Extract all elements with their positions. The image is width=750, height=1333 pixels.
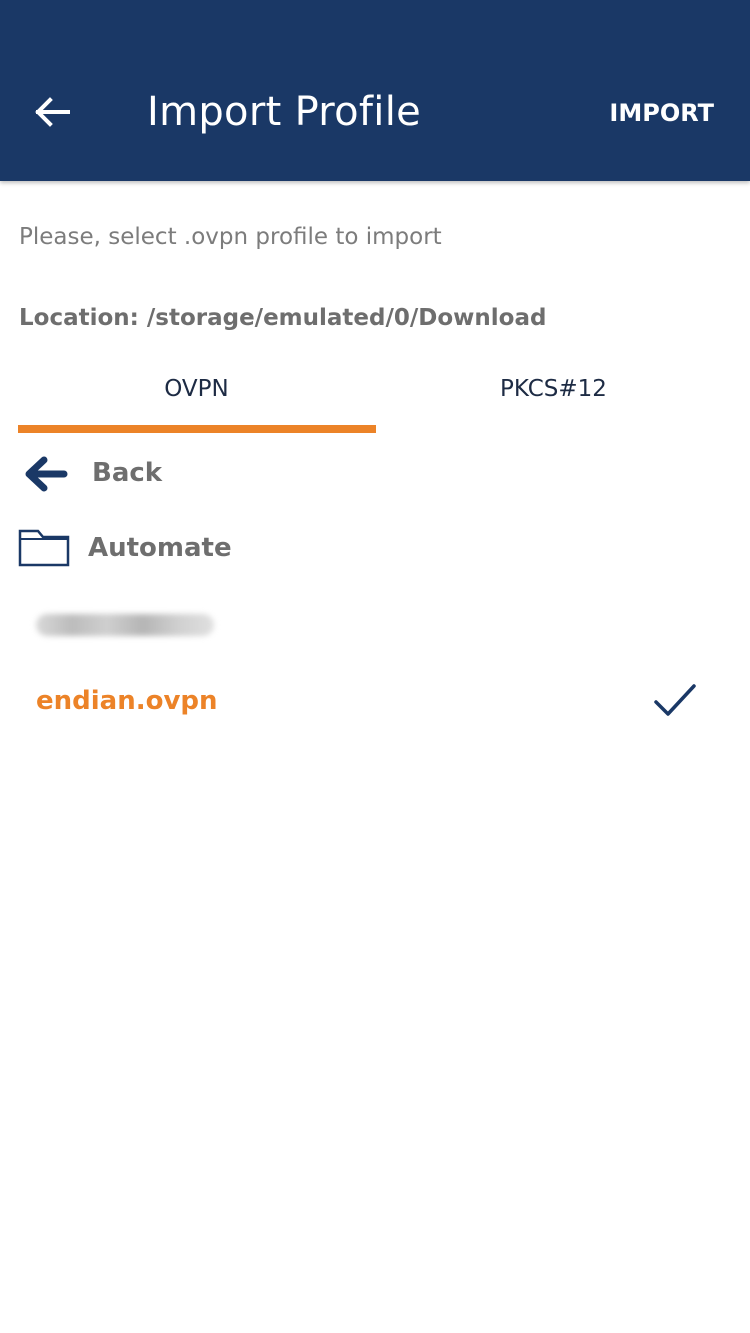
arrow-left-icon <box>35 97 70 127</box>
location-path: Location: /storage/emulated/0/Download <box>19 305 547 331</box>
list-item-folder-automate[interactable]: Automate <box>0 520 750 580</box>
folder-icon <box>18 529 70 567</box>
folder-label: Automate <box>88 533 232 563</box>
selected-tab-indicator <box>18 425 376 433</box>
back-label: Back <box>92 458 163 488</box>
app-bar: Import Profile IMPORT <box>0 0 750 181</box>
back-button[interactable] <box>22 82 82 142</box>
import-button[interactable]: IMPORT <box>609 94 714 132</box>
file-label: endian.ovpn <box>36 686 218 716</box>
redacted-filename <box>36 614 214 636</box>
tab-pkcs12[interactable]: PKCS#12 <box>375 372 732 432</box>
arrow-left-bold-icon <box>25 456 68 492</box>
tab-ovpn[interactable]: OVPN <box>18 372 375 432</box>
instruction-text: Please, select .ovpn profile to import <box>19 224 442 250</box>
checkmark-icon <box>654 684 696 716</box>
list-item-back[interactable]: Back <box>0 444 750 504</box>
list-item-file-selected[interactable]: endian.ovpn <box>0 672 750 732</box>
list-item-redacted[interactable] <box>0 600 750 652</box>
page-title: Import Profile <box>147 89 422 135</box>
